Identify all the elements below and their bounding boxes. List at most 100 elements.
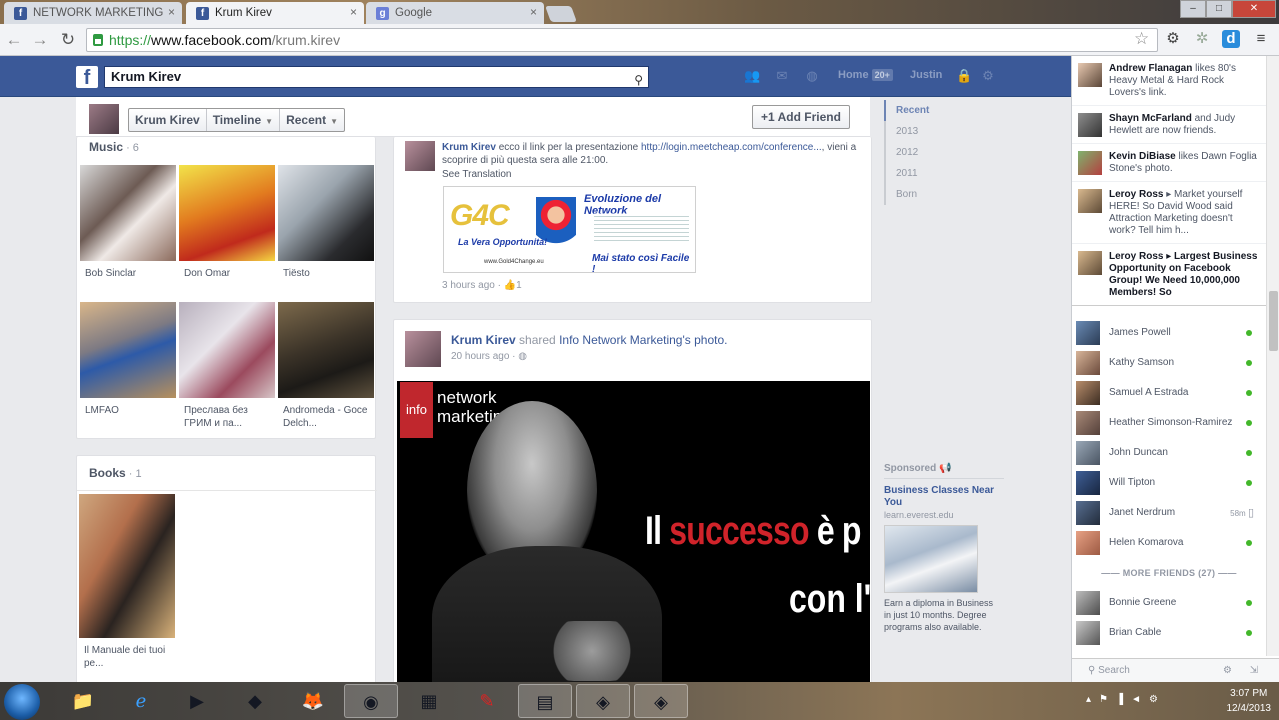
post-photo[interactable]: info network marketing Il successo è p c… [397, 381, 870, 682]
ticker-item[interactable]: Kevin DiBiase likes Dawn Foglia Stone's … [1072, 144, 1266, 182]
post-link[interactable]: http://login.meetcheap.com/conference... [641, 142, 822, 153]
settings-gear-icon[interactable]: ⚙ [980, 68, 996, 83]
privacy-lock-icon[interactable]: 🔒 [956, 68, 972, 83]
scrollbar-thumb[interactable] [1269, 291, 1278, 351]
browser-tab-network-marketing[interactable]: f NETWORK MARKETING × [4, 2, 182, 24]
forward-icon[interactable]: → [30, 30, 50, 50]
chat-friend[interactable]: John Duncan [1072, 438, 1266, 468]
maximize-icon[interactable]: □ [1206, 0, 1232, 18]
close-tab-icon[interactable]: × [350, 5, 357, 19]
ticker-item[interactable]: Andrew Flanagan likes 80's Heavy Metal &… [1072, 56, 1266, 106]
close-window-icon[interactable]: ✕ [1232, 0, 1276, 18]
file-explorer-icon[interactable]: 📁 [56, 684, 110, 718]
author-link[interactable]: Krum Kirev [451, 333, 516, 347]
photo-link[interactable]: 's photo. [682, 333, 727, 347]
author-avatar[interactable] [405, 331, 441, 367]
home-link[interactable]: Home 20+ [838, 69, 893, 81]
ad-title-link[interactable]: Business Classes Near You [884, 485, 1004, 509]
chat-friend[interactable]: Samuel A Estrada [1072, 378, 1266, 408]
chat-friend[interactable]: Janet Nerdrum 58m ▯ [1072, 498, 1266, 528]
ad-image[interactable] [884, 525, 978, 593]
sidebar-scrollbar[interactable] [1266, 56, 1279, 656]
menu-icon[interactable]: ≡ [1252, 30, 1270, 48]
friend-requests-icon[interactable]: 👥 [744, 68, 760, 83]
app-icon[interactable]: ▦ [402, 684, 456, 718]
profile-link[interactable]: Justin [910, 69, 942, 81]
author-link[interactable]: Krum Kirev [442, 142, 496, 153]
timeline-year-item[interactable]: Recent [884, 100, 944, 121]
ticker-item[interactable]: Leroy Ross ▸ Market yourself HERE! So Da… [1072, 182, 1266, 244]
ticker-item[interactable]: Shayn McFarland and Judy Hewlett are now… [1072, 106, 1266, 144]
music-title[interactable]: Music [89, 140, 123, 154]
internet-explorer-icon[interactable]: ℯ [114, 684, 168, 718]
address-bar[interactable]: https://www.facebook.com/krum.kirev [86, 28, 1158, 52]
chat-friend[interactable]: Helen Komarova [1072, 528, 1266, 558]
books-title[interactable]: Books [89, 466, 126, 480]
media-player-icon[interactable]: ▶ [170, 684, 224, 718]
notifications-globe-icon[interactable]: ◍ [804, 68, 820, 83]
author-avatar[interactable] [405, 141, 435, 171]
app-icon[interactable]: ◆ [228, 684, 282, 718]
minimize-icon[interactable]: – [1180, 0, 1206, 18]
post-image[interactable]: G4C Evoluzione del Network La Vera Oppor… [443, 186, 696, 273]
app-icon[interactable]: ▤ [518, 684, 572, 718]
clock[interactable]: 3:07 PM 12/4/2013 [1227, 686, 1272, 716]
system-tray-icons[interactable]: ▴⚑▐◄⚙ [1086, 694, 1166, 705]
music-item[interactable]: LMFAO [80, 302, 176, 417]
like-icon[interactable]: 👍 [504, 280, 516, 291]
see-translation-link[interactable]: See Translation [442, 169, 512, 180]
close-tab-icon[interactable]: × [168, 5, 175, 19]
profile-thumbnail[interactable] [89, 104, 119, 134]
extension-d-icon[interactable]: d [1222, 30, 1240, 48]
chat-search-input[interactable]: ⚲ Search ⚙ ⇲ [1072, 658, 1279, 682]
facebook-logo-icon[interactable]: f [76, 66, 98, 89]
chat-options-gear-icon[interactable]: ⚙ [1223, 659, 1232, 683]
chrome-icon[interactable]: ◉ [344, 684, 398, 718]
music-item[interactable]: Tiësto [278, 165, 374, 280]
chat-popout-icon[interactable]: ⇲ [1250, 659, 1258, 683]
app-icon[interactable]: ◈ [576, 684, 630, 718]
timeline-year-item[interactable]: 2012 [884, 142, 944, 163]
new-tab-button[interactable] [545, 6, 577, 22]
close-tab-icon[interactable]: × [530, 5, 537, 19]
extension-icon[interactable]: ✲ [1193, 30, 1211, 48]
post-time[interactable]: 20 hours ago [451, 351, 509, 362]
chat-friend[interactable]: James Powell [1072, 318, 1266, 348]
firefox-icon[interactable]: 🦊 [286, 684, 340, 718]
chat-friend[interactable]: Brian Cable [1072, 618, 1266, 648]
browser-tab-krum-kirev[interactable]: f Krum Kirev × [186, 2, 364, 24]
timeline-year-item[interactable]: 2013 [884, 121, 944, 142]
extension-gear-icon[interactable]: ⚙ [1164, 30, 1182, 48]
like-count[interactable]: 1 [516, 280, 522, 291]
chat-friend[interactable]: Will Tipton [1072, 468, 1266, 498]
timeline-year-item[interactable]: 2011 [884, 163, 944, 184]
chat-friend[interactable]: Heather Simonson-Ramirez [1072, 408, 1266, 438]
home-label: Home [838, 69, 869, 81]
bookmark-star-icon[interactable]: ☆ [1134, 29, 1149, 49]
ticker-item[interactable]: Leroy Ross ▸ Largest Business Opportunit… [1072, 244, 1266, 305]
reload-icon[interactable]: ↻ [58, 30, 78, 50]
profile-name-button[interactable]: Krum Kirev [129, 109, 207, 131]
browser-tab-google[interactable]: g Google × [366, 2, 544, 24]
pdf-reader-icon[interactable]: ✎ [460, 684, 514, 718]
ad-url[interactable]: learn.everest.edu [884, 510, 1004, 520]
timeline-dropdown[interactable]: Timeline ▼ [207, 109, 281, 131]
music-item[interactable]: Don Omar [179, 165, 275, 280]
music-item[interactable]: Bob Sinclar [80, 165, 176, 280]
post-time[interactable]: 3 hours ago [442, 280, 495, 291]
music-item[interactable]: Andromeda - Goce Delch... [278, 302, 374, 430]
app-icon[interactable]: ◈ [634, 684, 688, 718]
recent-dropdown[interactable]: Recent ▼ [280, 109, 344, 131]
page-link[interactable]: Info Network Marketing [559, 333, 682, 347]
start-button[interactable] [4, 684, 40, 720]
back-icon[interactable]: ← [4, 30, 24, 50]
add-friend-button[interactable]: +1 Add Friend [752, 105, 850, 129]
facebook-search-input[interactable]: Krum Kirev ⚲ [104, 66, 649, 88]
messages-icon[interactable]: ✉ [774, 68, 790, 83]
search-icon[interactable]: ⚲ [634, 70, 643, 90]
timeline-year-item[interactable]: Born [884, 184, 944, 205]
music-item[interactable]: Преслава без ГРИМ и па... [179, 302, 275, 430]
chat-friend[interactable]: Bonnie Greene [1072, 588, 1266, 618]
book-item[interactable]: Il Manuale dei tuoi pe... [79, 494, 175, 670]
chat-friend[interactable]: Kathy Samson [1072, 348, 1266, 378]
